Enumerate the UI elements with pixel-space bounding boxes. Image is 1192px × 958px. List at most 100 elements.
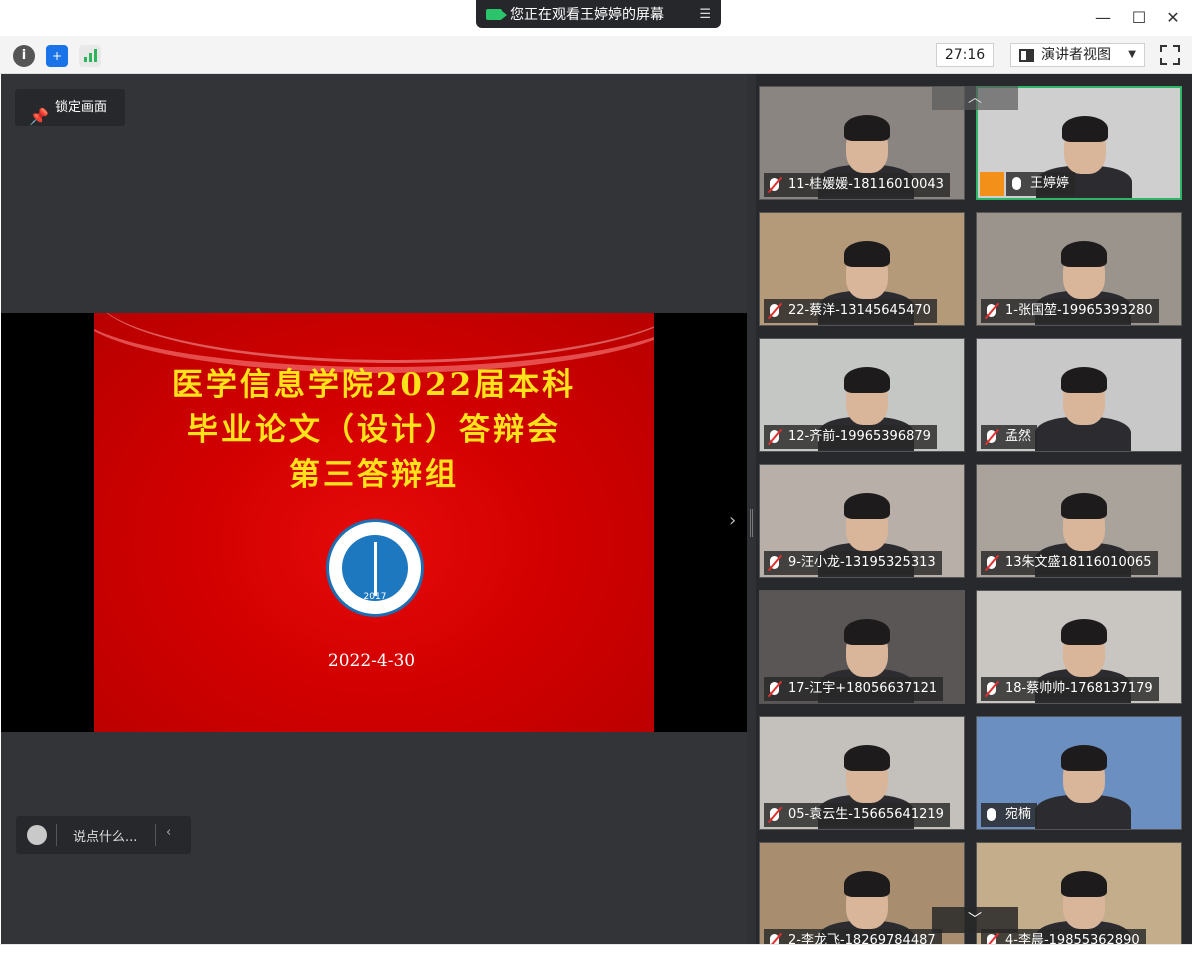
presentation-slide: 医学信息学院2022届本科 毕业论文（设计）答辩会 第三答辩组 2017 202…	[94, 313, 654, 732]
participant-name-label: 05-袁云生-15665641219	[764, 803, 950, 827]
mic-muted-icon	[770, 304, 779, 317]
lock-view-label: 锁定画面	[55, 100, 108, 115]
mic-muted-icon	[987, 682, 996, 695]
participant-video	[1062, 116, 1108, 142]
participant-name: 9-汪小龙-13195325313	[788, 555, 936, 570]
maximize-button[interactable]: ☐	[1129, 8, 1149, 28]
meeting-toolbar: i + 27:16 演讲者视图 ▼	[0, 36, 1192, 74]
participant-tile[interactable]: 13朱文盛18116010065	[976, 464, 1182, 578]
participant-name-label: 9-汪小龙-13195325313	[764, 551, 942, 575]
slide-title-line: 医学信息学院2022届本科	[171, 367, 577, 403]
participant-video	[844, 745, 890, 771]
participant-video	[1061, 241, 1107, 267]
panel-divider[interactable]	[747, 74, 756, 944]
participant-name: 孟然	[1005, 429, 1032, 444]
participant-name-label: 12-齐前-19965396879	[764, 425, 937, 449]
participant-video	[1061, 619, 1107, 645]
participant-name-label: 17-江宇+18056637121	[764, 677, 944, 701]
chevron-right-icon[interactable]: ›	[729, 510, 736, 531]
layout-icon	[1019, 49, 1034, 62]
caduceus-icon	[374, 542, 377, 596]
participant-name-label: 22-蔡洋-13145645470	[764, 299, 937, 323]
view-mode-label: 演讲者视图	[1041, 47, 1111, 63]
signal-icon[interactable]	[79, 45, 101, 67]
drag-handle-icon[interactable]	[750, 509, 753, 537]
participant-name: 22-蔡洋-13145645470	[788, 303, 931, 318]
close-button[interactable]: ✕	[1163, 8, 1183, 28]
mic-muted-icon	[987, 304, 996, 317]
participant-name: 1-张国堃-19965393280	[1005, 303, 1153, 318]
lock-view-button[interactable]: 📌 锁定画面	[15, 89, 125, 126]
participant-name: 宛楠	[1005, 807, 1032, 822]
participant-video	[844, 619, 890, 645]
participant-tile[interactable]: 22-蔡洋-13145645470	[759, 212, 965, 326]
chevron-down-icon: ▼	[1128, 49, 1136, 60]
participant-name: 13朱文盛18116010065	[1005, 555, 1152, 570]
slide-title-line: 第三答辩组	[289, 457, 459, 493]
share-banner-text: 您正在观看王婷婷的屏幕	[510, 7, 664, 23]
camera-icon	[486, 8, 507, 20]
participant-name: 17-江宇+18056637121	[788, 681, 938, 696]
participant-name-label: 宛楠	[981, 803, 1038, 827]
mic-muted-icon	[770, 556, 779, 569]
view-mode-dropdown[interactable]: 演讲者视图 ▼	[1010, 43, 1145, 67]
participant-name: 05-袁云生-15665641219	[788, 807, 944, 822]
mic-muted-icon	[987, 556, 996, 569]
participant-tile[interactable]: 1-张国堃-19965393280	[976, 212, 1182, 326]
minimize-button[interactable]: —	[1093, 8, 1113, 28]
participant-tile[interactable]: 12-齐前-19965396879	[759, 338, 965, 452]
participant-video	[844, 115, 890, 141]
slide-title-line: 毕业论文（设计）答辩会	[187, 412, 561, 448]
participant-tile[interactable]: 9-汪小龙-13195325313	[759, 464, 965, 578]
shield-icon[interactable]: +	[46, 45, 68, 67]
slide-date: 2022-4-30	[327, 651, 416, 671]
main-stage: 📌 锁定画面 医学信息学院2022届本科 毕业论文（设计）答辩会 第三答辩组 2…	[1, 74, 747, 944]
chat-placeholder: 说点什么...	[73, 830, 138, 845]
meeting-timer: 27:16	[936, 43, 994, 67]
participant-name: 4-李晨-19855362890	[1005, 933, 1140, 944]
chat-input[interactable]: 说点什么... ‹	[16, 816, 191, 854]
participant-video	[1061, 493, 1107, 519]
participant-video	[844, 241, 890, 267]
mic-icon	[1012, 177, 1021, 190]
slide-title: 医学信息学院2022届本科 毕业论文（设计）答辩会 第三答辩组	[94, 363, 654, 498]
participant-video	[1061, 745, 1107, 771]
mic-muted-icon	[770, 934, 779, 944]
chevron-down-icon[interactable]: ﹀	[932, 907, 1018, 933]
participant-name-label: 2-李龙飞-18269784487	[764, 929, 942, 944]
emoji-icon[interactable]	[27, 825, 47, 845]
mic-muted-icon	[770, 682, 779, 695]
participant-video	[844, 493, 890, 519]
list-icon[interactable]: ☰	[699, 7, 711, 22]
bottom-bar	[0, 944, 1192, 958]
chevron-up-icon[interactable]: ︿	[932, 86, 1018, 110]
participant-name-label: 王婷婷	[1006, 172, 1076, 196]
mic-muted-icon	[770, 430, 779, 443]
info-icon[interactable]: i	[13, 45, 35, 67]
host-icon	[980, 172, 1004, 196]
shared-screen: 医学信息学院2022届本科 毕业论文（设计）答辩会 第三答辩组 2017 202…	[1, 313, 747, 732]
mic-icon	[987, 808, 996, 821]
participant-name-label: 11-桂媛媛-18116010043	[764, 173, 950, 197]
participant-name-label: 孟然	[981, 425, 1038, 449]
mic-muted-icon	[770, 178, 779, 191]
participant-tile[interactable]: 17-江宇+18056637121	[759, 590, 965, 704]
participant-tile[interactable]: 18-蔡帅帅-1768137179	[976, 590, 1182, 704]
logo-year: 2017	[363, 592, 387, 602]
title-bar: 您正在观看王婷婷的屏幕 ☰ — ☐ ✕	[0, 0, 1192, 36]
participant-gallery: 11-桂媛媛-18116010043 王婷婷 22-蔡洋-13145645470 1-…	[747, 74, 1192, 944]
participant-video	[844, 367, 890, 393]
fullscreen-icon[interactable]	[1159, 44, 1181, 66]
chevron-left-icon[interactable]: ‹	[166, 825, 171, 840]
participant-name: 11-桂媛媛-18116010043	[788, 177, 944, 192]
participant-name-label: 13朱文盛18116010065	[981, 551, 1158, 575]
screen-share-banner[interactable]: 您正在观看王婷婷的屏幕 ☰	[476, 0, 721, 28]
mic-muted-icon	[770, 808, 779, 821]
participant-tile[interactable]: 孟然	[976, 338, 1182, 452]
divider	[56, 824, 57, 846]
participant-tile[interactable]: 宛楠	[976, 716, 1182, 830]
participant-video	[1061, 871, 1107, 897]
participant-tile[interactable]: 05-袁云生-15665641219	[759, 716, 965, 830]
mic-muted-icon	[987, 430, 996, 443]
participant-name: 王婷婷	[1030, 176, 1070, 191]
